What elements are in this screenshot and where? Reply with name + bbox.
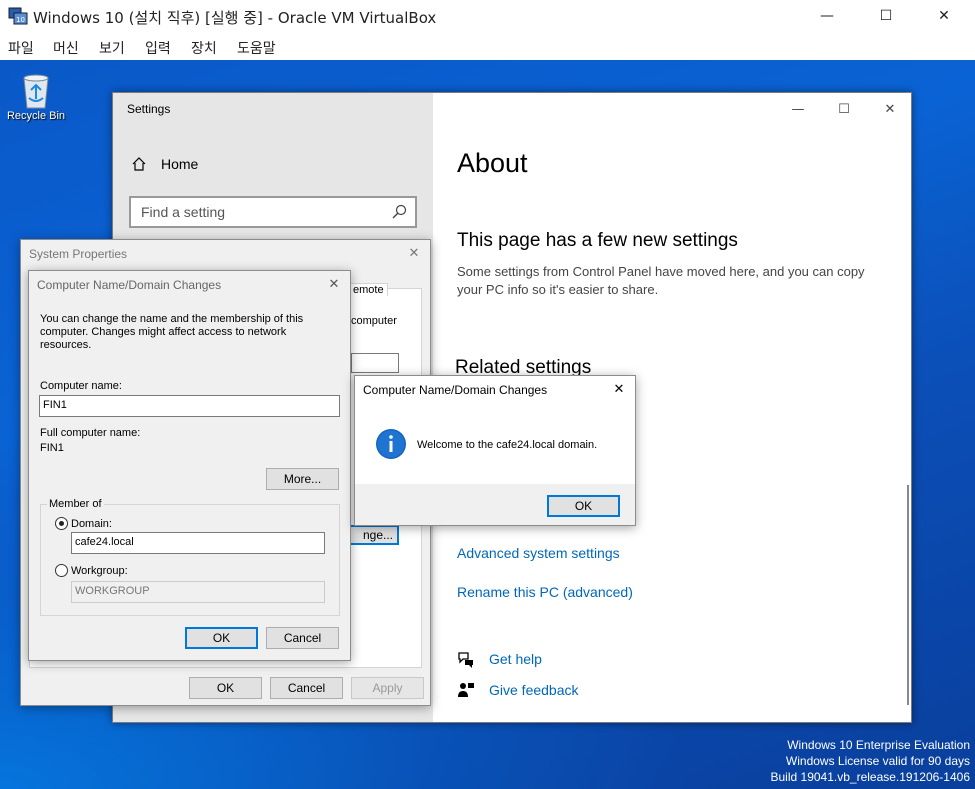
sysprop-apply-button[interactable]: Apply bbox=[351, 677, 424, 699]
workgroup-label: Workgroup: bbox=[71, 565, 128, 577]
domain-radio[interactable] bbox=[55, 517, 68, 530]
domain-cancel-button[interactable]: Cancel bbox=[266, 627, 339, 649]
get-help-label: Get help bbox=[489, 651, 542, 667]
minimize-button[interactable]: — bbox=[804, 0, 850, 32]
home-icon bbox=[132, 157, 146, 171]
welcome-dialog-title: Computer Name/Domain Changes bbox=[363, 383, 548, 397]
new-settings-heading: This page has a few new settings bbox=[457, 230, 738, 251]
settings-maximize-button[interactable]: ☐ bbox=[829, 99, 859, 119]
domain-ok-button[interactable]: OK bbox=[185, 627, 258, 649]
settings-scrollbar[interactable] bbox=[907, 485, 909, 705]
search-placeholder: Find a setting bbox=[141, 204, 226, 220]
feedback-icon bbox=[458, 683, 474, 697]
system-properties-title: System Properties bbox=[29, 247, 128, 261]
give-feedback-label: Give feedback bbox=[489, 682, 579, 698]
settings-minimize-button[interactable]: — bbox=[783, 99, 813, 119]
recycle-bin-label: Recycle Bin bbox=[6, 110, 66, 122]
watermark-line-3: Build 19041.vb_release.191206-1406 bbox=[770, 770, 971, 784]
domain-changes-dialog: Computer Name/Domain Changes ✕ You can c… bbox=[28, 270, 351, 661]
domain-label: Domain: bbox=[71, 518, 112, 530]
full-computer-name-value: FIN1 bbox=[40, 442, 64, 454]
computer-name-label: Computer name: bbox=[40, 380, 122, 392]
more-button[interactable]: More... bbox=[266, 468, 339, 490]
menu-machine[interactable]: 머신 bbox=[53, 38, 79, 58]
settings-title: Settings bbox=[127, 102, 171, 116]
new-settings-text: Some settings from Control Panel have mo… bbox=[457, 264, 865, 297]
close-button[interactable]: ✕ bbox=[921, 0, 967, 32]
vbox-titlebar: 10 Windows 10 (설치 직후) [실행 중] - Oracle VM… bbox=[0, 0, 975, 32]
settings-search-input[interactable]: Find a setting bbox=[129, 196, 417, 228]
home-label: Home bbox=[161, 156, 199, 172]
window-title: Windows 10 (설치 직후) [실행 중] - Oracle VM Vi… bbox=[33, 9, 437, 27]
workgroup-radio[interactable] bbox=[55, 564, 68, 577]
domain-field[interactable]: cafe24.local bbox=[71, 532, 325, 554]
watermark-line-1: Windows 10 Enterprise Evaluation bbox=[787, 738, 970, 752]
menu-help[interactable]: 도움말 bbox=[237, 38, 276, 58]
welcome-message: Welcome to the cafe24.local domain. bbox=[417, 439, 598, 451]
settings-close-button[interactable]: ✕ bbox=[875, 99, 905, 119]
sysprop-cancel-button[interactable]: Cancel bbox=[270, 677, 343, 699]
menu-devices[interactable]: 장치 bbox=[191, 38, 217, 58]
recycle-bin-icon bbox=[23, 74, 49, 109]
workgroup-field[interactable]: WORKGROUP bbox=[71, 581, 325, 603]
welcome-ok-button[interactable]: OK bbox=[547, 495, 620, 517]
computer-description-text: computer bbox=[351, 315, 397, 327]
welcome-close-button[interactable]: ✕ bbox=[607, 379, 631, 399]
guest-desktop: Recycle Bin Settings Home Find a setting… bbox=[0, 60, 975, 789]
page-title: About bbox=[457, 148, 528, 178]
member-of-label: Member of bbox=[47, 498, 104, 510]
system-properties-close-button[interactable]: ✕ bbox=[402, 243, 426, 263]
domain-changes-description: You can change the name and the membersh… bbox=[40, 313, 304, 351]
tab-remote[interactable]: emote bbox=[349, 283, 388, 296]
help-chat-icon bbox=[458, 652, 473, 668]
give-feedback-link[interactable]: Give feedback bbox=[457, 681, 579, 699]
search-icon bbox=[392, 204, 407, 219]
menu-view[interactable]: 보기 bbox=[99, 38, 125, 58]
rename-pc-link[interactable]: Rename this PC (advanced) bbox=[457, 584, 633, 600]
get-help-link[interactable]: Get help bbox=[457, 650, 542, 668]
virtualbox-icon: 10 bbox=[8, 5, 28, 25]
menu-file[interactable]: 파일 bbox=[8, 38, 34, 58]
settings-home-item[interactable]: Home bbox=[131, 156, 198, 172]
windows-watermark: Windows 10 Enterprise Evaluation Windows… bbox=[771, 737, 971, 785]
watermark-line-2: Windows License valid for 90 days bbox=[785, 754, 970, 768]
maximize-button[interactable]: ☐ bbox=[863, 0, 909, 32]
computer-name-field[interactable]: FIN1 bbox=[39, 395, 340, 417]
recycle-bin[interactable]: Recycle Bin bbox=[6, 68, 66, 122]
welcome-dialog: Computer Name/Domain Changes ✕ Welcome t… bbox=[354, 375, 636, 526]
full-computer-name-label: Full computer name: bbox=[40, 427, 141, 439]
info-icon bbox=[375, 428, 407, 460]
domain-changes-close-button[interactable]: ✕ bbox=[322, 274, 346, 294]
domain-changes-title: Computer Name/Domain Changes bbox=[37, 278, 222, 292]
vbox-menubar: 파일 머신 보기 입력 장치 도움말 bbox=[0, 32, 975, 60]
menu-input[interactable]: 입력 bbox=[145, 38, 171, 58]
advanced-system-settings-link[interactable]: Advanced system settings bbox=[457, 545, 620, 561]
sysprop-ok-button[interactable]: OK bbox=[189, 677, 262, 699]
computer-description-field[interactable] bbox=[351, 353, 399, 373]
svg-text:10: 10 bbox=[16, 16, 25, 24]
